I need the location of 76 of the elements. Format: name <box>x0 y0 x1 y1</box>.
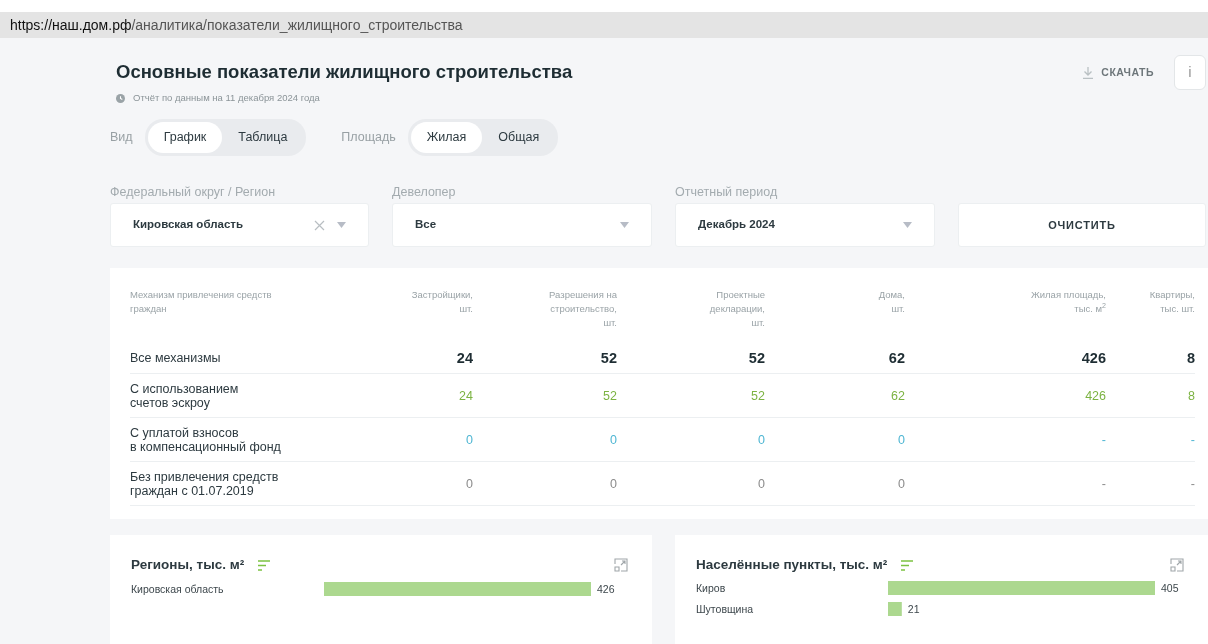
table-cell: - <box>905 418 1106 462</box>
filter-label: Девелопер <box>392 184 457 201</box>
column-header: Дома, шт. <box>877 288 905 316</box>
bar[interactable] <box>324 581 591 596</box>
table-cell: Без привлечения средств граждан с 01.07.2019 <box>130 462 330 506</box>
value-label: 405 <box>1161 582 1179 595</box>
select-field[interactable]: Декабрь 2024 <box>675 203 935 247</box>
address-bar[interactable]: https://наш.дом.рф/аналитика/показатели_жилищного_строительства <box>0 12 1208 38</box>
select-value: Все <box>415 217 438 233</box>
page-title: Основные показатели жилищного строительства <box>116 60 573 84</box>
table-cell: 52 <box>617 330 765 374</box>
bar[interactable] <box>888 581 1155 596</box>
table-cell: С уплатой взносов в компенсационный фонд <box>130 418 330 462</box>
table-cell: 52 <box>473 374 617 418</box>
category-label: Кировская область <box>131 582 224 595</box>
expand-icon[interactable] <box>1170 558 1184 573</box>
value-label: 426 <box>597 582 615 595</box>
table-cell: 52 <box>473 330 617 374</box>
clear-icon[interactable] <box>314 219 325 231</box>
select-value: Кировская область <box>133 217 244 233</box>
select-field[interactable]: Все <box>392 203 652 247</box>
segment-option[interactable]: График <box>147 122 223 153</box>
table-cell: 8 <box>1106 374 1195 418</box>
segment-option[interactable]: Общая <box>482 122 556 153</box>
expand-icon[interactable] <box>614 558 628 573</box>
select-value: Декабрь 2024 <box>698 217 776 233</box>
table-cell: Все механизмы <box>130 330 330 374</box>
toggle-label: Площадь <box>341 129 396 147</box>
table-cell: 426 <box>905 330 1106 374</box>
category-label: Шутовщина <box>696 603 754 616</box>
table-cell: 0 <box>617 462 765 506</box>
table-cell: 426 <box>905 374 1106 418</box>
column-header: Застройщики, шт. <box>410 288 473 316</box>
download-icon <box>1083 66 1094 79</box>
category-label: Киров <box>696 582 726 595</box>
table-cell: С использованием счетов эскроу <box>130 374 330 418</box>
bar[interactable] <box>888 602 902 617</box>
table-cell: 8 <box>1106 330 1195 374</box>
column-header: Квартиры, тыс. шт. <box>1148 288 1195 316</box>
table-cell: 0 <box>473 418 617 462</box>
select-field[interactable]: Кировская область <box>110 203 369 247</box>
chart-title: Населённые пункты, тыс. м² <box>696 556 888 574</box>
segment-option[interactable]: Таблица <box>222 122 304 153</box>
table-cell: 62 <box>765 330 905 374</box>
caret-icon <box>620 222 629 228</box>
sort-icon[interactable] <box>901 559 914 571</box>
table-cell: 0 <box>473 462 617 506</box>
table-cell: 0 <box>617 418 765 462</box>
column-header: Проектные декларации, шт. <box>708 288 765 330</box>
table-cell: - <box>1106 462 1195 506</box>
table-cell: 52 <box>617 374 765 418</box>
caret-icon <box>903 222 912 228</box>
column-header: Разрешения на строительство, шт. <box>548 288 617 330</box>
table-cell: - <box>905 462 1106 506</box>
table-cell: 0 <box>330 462 473 506</box>
column-header: Механизм привлечения средств граждан <box>130 288 273 316</box>
filter-label: Отчетный период <box>675 184 779 201</box>
table-cell: 0 <box>765 418 905 462</box>
table-cell: 24 <box>330 330 473 374</box>
chart-title: Регионы, тыс. м² <box>131 556 245 574</box>
filter-label: Федеральный округ / Регион <box>110 184 277 201</box>
table-cell: 62 <box>765 374 905 418</box>
table-cell: 24 <box>330 374 473 418</box>
download-button[interactable]: СКАЧАТЬ <box>1083 64 1174 81</box>
caret-icon <box>337 222 346 228</box>
segment-option[interactable]: Жилая <box>410 122 483 153</box>
value-label: 21 <box>907 603 920 616</box>
table-cell: 0 <box>330 418 473 462</box>
table-cell: - <box>1106 418 1195 462</box>
clear-button[interactable]: ОЧИСТИТЬ <box>958 203 1206 247</box>
table-cell: 0 <box>765 462 905 506</box>
sort-icon[interactable] <box>258 559 271 571</box>
column-header: Жилая площадь, тыс. м$^{2}$ <box>1030 288 1106 316</box>
toggle-label: Вид <box>110 129 133 147</box>
clock-icon <box>116 93 125 103</box>
report-date: Отчёт по данным на 11 декабря 2024 года <box>133 91 320 105</box>
